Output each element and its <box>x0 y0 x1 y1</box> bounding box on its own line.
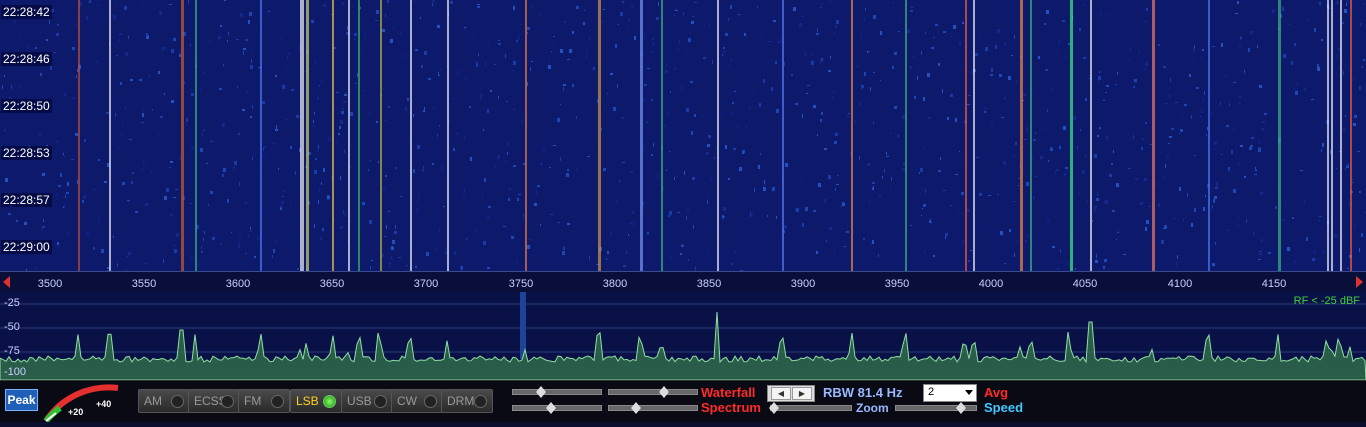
time-label: 22:28:42 <box>1 5 52 19</box>
mode-button-cw[interactable]: CW <box>391 389 443 413</box>
db-label: -25 <box>4 297 20 309</box>
time-label: 22:28:57 <box>1 193 52 207</box>
mode-indicator-icon <box>323 395 336 408</box>
mode-indicator-icon <box>374 395 387 408</box>
mode-label: USB <box>347 394 372 408</box>
mode-label: FM <box>244 394 262 408</box>
frequency-tick: 3800 <box>602 278 628 290</box>
spectrum-trace <box>0 292 1366 380</box>
rf-level-label: RF < -25 dBF <box>1293 295 1360 307</box>
avg-select[interactable]: 2 <box>923 384 977 402</box>
rbw-increase-icon[interactable]: ▶ <box>792 387 812 400</box>
mode-indicator-icon <box>271 395 284 408</box>
mode-button-fm[interactable]: FM <box>238 389 290 413</box>
speed-label: Speed <box>984 400 1024 415</box>
time-label: 22:28:46 <box>1 52 52 66</box>
db-label: -50 <box>4 321 20 333</box>
s-meter: +20 +40 <box>38 383 128 427</box>
mode-label: DRM <box>447 394 475 408</box>
mode-indicator-icon <box>474 395 487 408</box>
time-label: 22:29:00 <box>1 240 52 254</box>
frequency-tick: 3650 <box>319 278 345 290</box>
frequency-tick: 3850 <box>696 278 722 290</box>
rbw-label: RBW 81.4 Hz <box>823 385 903 400</box>
mode-indicator-icon <box>424 395 437 408</box>
waterfall-contrast-slider[interactable] <box>512 386 602 398</box>
mode-button-am[interactable]: AM <box>138 389 190 413</box>
frequency-tick: 3950 <box>884 278 910 290</box>
waterfall-label: Waterfall <box>701 385 756 400</box>
mode-button-ecss[interactable]: ECSS <box>188 389 240 413</box>
mode-label: LSB <box>296 394 319 408</box>
frequency-tick: 4150 <box>1261 278 1287 290</box>
s-meter-label: +40 <box>96 399 112 409</box>
rbw-stepper[interactable]: ◀ ▶ <box>767 385 815 402</box>
s-meter-label: +20 <box>68 407 84 417</box>
spectrum-label: Spectrum <box>701 400 761 415</box>
mode-label: CW <box>397 394 417 408</box>
mode-button-usb[interactable]: USB <box>341 389 393 413</box>
peak-button[interactable]: Peak <box>5 389 38 411</box>
frequency-tick: 3500 <box>37 278 63 290</box>
frequency-tick: 3600 <box>225 278 251 290</box>
frequency-tick: 3750 <box>508 278 534 290</box>
chevron-down-icon <box>965 390 973 395</box>
frequency-tick: 3900 <box>790 278 816 290</box>
time-label: 22:28:50 <box>1 99 52 113</box>
zoom-label: Zoom <box>856 401 889 415</box>
mode-button-lsb[interactable]: LSB <box>290 389 342 413</box>
spectrum-brightness-slider[interactable] <box>608 402 698 414</box>
frequency-tick: 4050 <box>1072 278 1098 290</box>
waterfall-image <box>1 0 1366 271</box>
mode-indicator-icon <box>171 395 184 408</box>
frequency-tick: 3700 <box>413 278 439 290</box>
db-label: -75 <box>4 345 20 357</box>
scroll-left-arrow-icon[interactable] <box>3 276 10 288</box>
mode-label: AM <box>144 394 162 408</box>
avg-label: Avg <box>984 385 1009 400</box>
waterfall-display[interactable]: 22:28:42 22:28:46 22:28:50 22:28:53 22:2… <box>0 0 1366 271</box>
db-label: -100 <box>4 366 27 378</box>
avg-value: 2 <box>928 386 935 398</box>
frequency-tick: 4000 <box>978 278 1004 290</box>
frequency-tick: 3550 <box>131 278 157 290</box>
speed-slider[interactable] <box>895 402 977 414</box>
mode-indicator-icon <box>221 395 234 408</box>
scroll-right-arrow-icon[interactable] <box>1356 276 1363 288</box>
waterfall-brightness-slider[interactable] <box>608 386 698 398</box>
frequency-tick: 4100 <box>1167 278 1193 290</box>
spectrum-contrast-slider[interactable] <box>512 402 602 414</box>
control-panel: Peak +20 +40 AM ECSS FM LSB USB CW DRM W… <box>0 380 1366 423</box>
time-label: 22:28:53 <box>1 146 52 160</box>
zoom-slider[interactable] <box>769 402 852 414</box>
spectrum-display[interactable]: -25 -50 -75 -100 RF < -25 dBF <box>0 292 1366 380</box>
rbw-decrease-icon[interactable]: ◀ <box>771 387 791 400</box>
mode-button-drm[interactable]: DRM <box>441 389 493 413</box>
frequency-axis[interactable]: 3500 3550 3600 3650 3700 3750 3800 3850 … <box>0 271 1366 293</box>
